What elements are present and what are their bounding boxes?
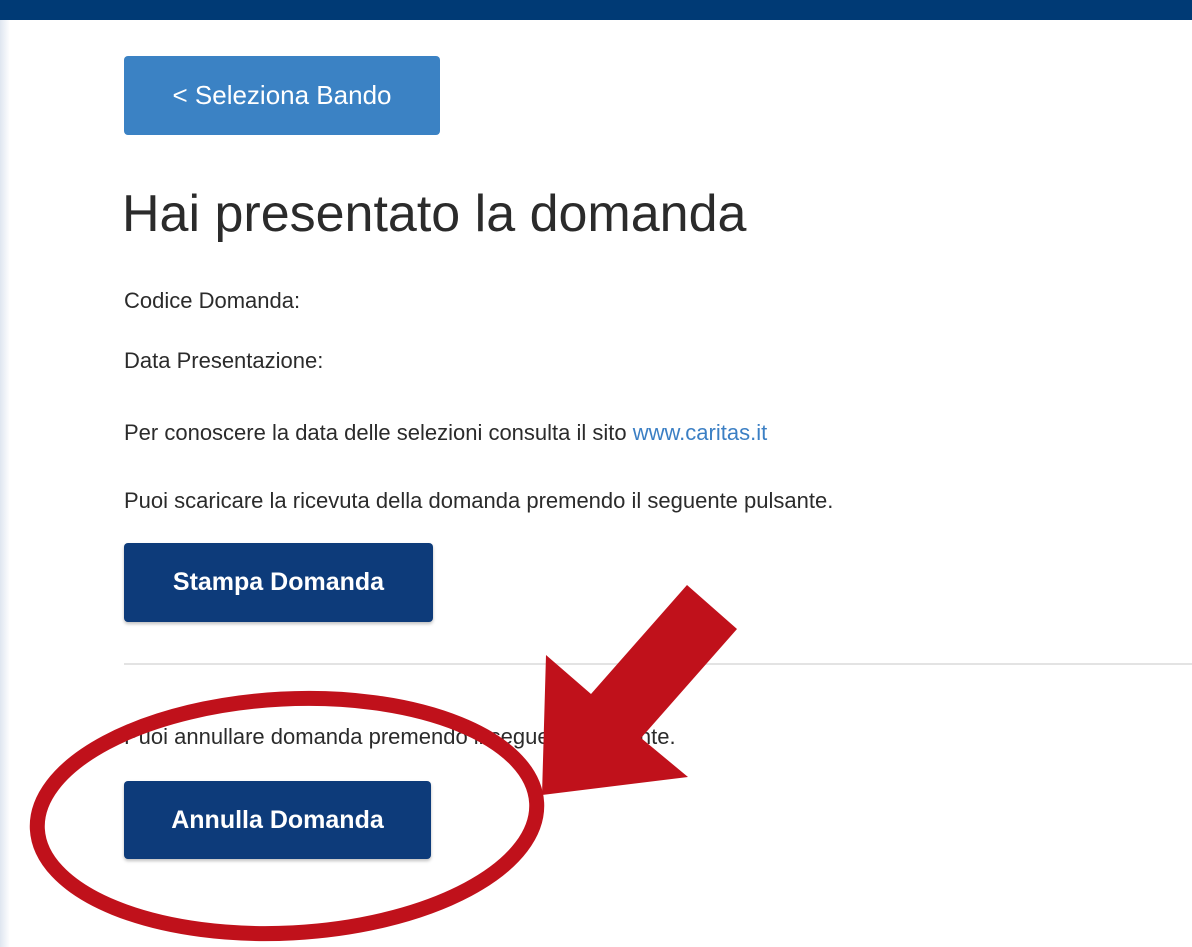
ricevuta-info-text: Puoi scaricare la ricevuta della domanda…	[124, 488, 834, 513]
top-header-bar	[0, 0, 1192, 20]
section-divider	[124, 663, 1192, 665]
left-edge-shadow	[0, 20, 10, 947]
selezioni-info-text: Per conoscere la data delle selezioni co…	[124, 420, 767, 446]
data-presentazione-label: Data Presentazione:	[124, 348, 324, 373]
annulla-info-text: Puoi annullare domanda premendo il segue…	[124, 724, 676, 749]
red-arrow-icon	[542, 585, 737, 795]
annulla-domanda-button[interactable]: Annulla Domanda	[124, 781, 431, 859]
caritas-link[interactable]: www.caritas.it	[633, 420, 767, 445]
seleziona-bando-button[interactable]: < Seleziona Bando	[124, 56, 440, 135]
stampa-domanda-button[interactable]: Stampa Domanda	[124, 543, 433, 622]
codice-domanda-label: Codice Domanda:	[124, 288, 301, 313]
page-title: Hai presentato la domanda	[122, 185, 747, 243]
selezioni-info-prefix: Per conoscere la data delle selezioni co…	[124, 420, 633, 445]
